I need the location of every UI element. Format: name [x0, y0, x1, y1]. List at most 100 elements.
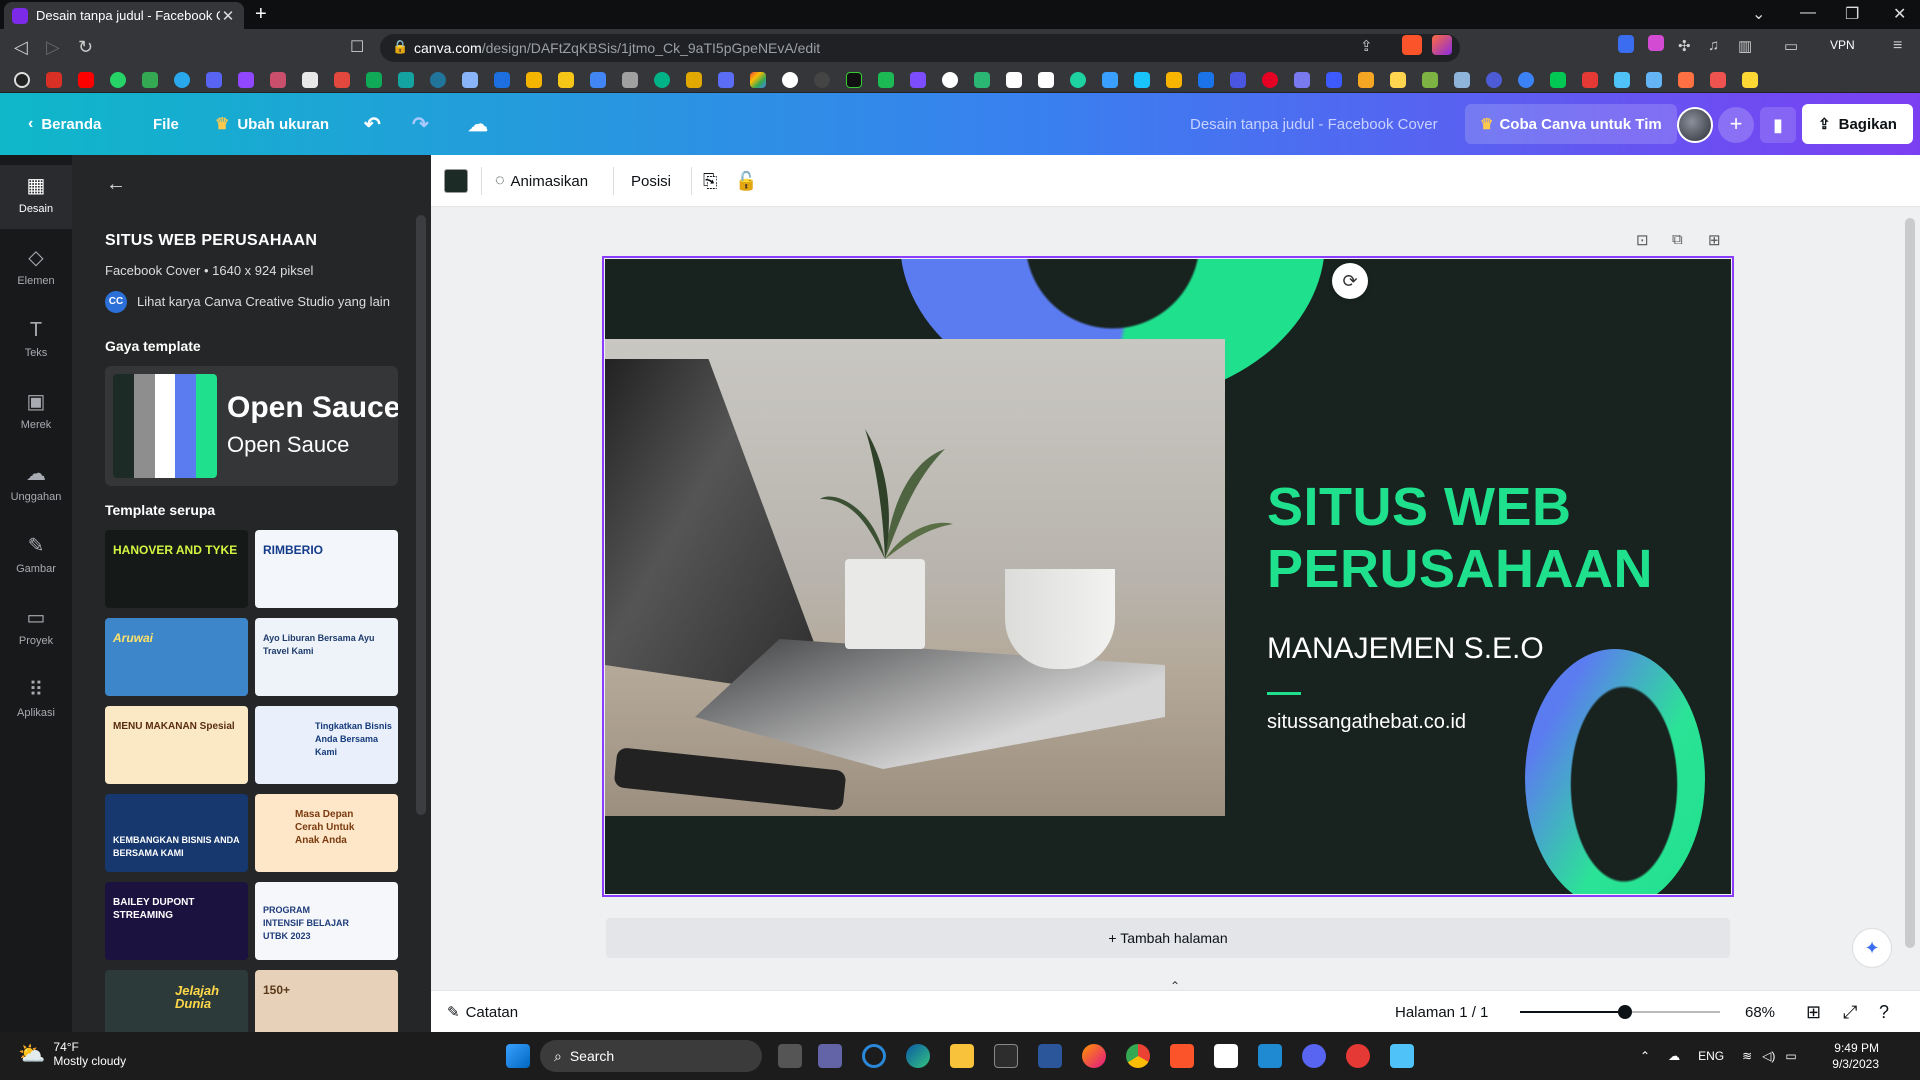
file-explorer-icon[interactable] [950, 1044, 974, 1068]
extension-icon[interactable] [1648, 35, 1664, 51]
help-icon[interactable]: ? [1879, 991, 1889, 1033]
bookmark-icon[interactable] [654, 72, 670, 88]
page-lock-icon[interactable]: ⊡ [1636, 231, 1649, 249]
bookmark-icon[interactable] [1230, 72, 1246, 88]
bookmark-icon[interactable] [558, 72, 574, 88]
edge-icon[interactable] [906, 1044, 930, 1068]
bookmark-icon[interactable] [366, 72, 382, 88]
taskbar-search[interactable]: ⌕ Search [540, 1040, 762, 1072]
cloud-save-button[interactable]: ☁ [468, 93, 488, 155]
zoom-handle[interactable] [1618, 1005, 1633, 1019]
share-button[interactable]: ⇪ Bagikan [1802, 104, 1913, 144]
notes-button[interactable]: ✎ Catatan [447, 991, 518, 1033]
template-thumbnail[interactable]: KEMBANGKAN BISNIS ANDA BERSAMA KAMI [105, 794, 248, 872]
chevron-up-icon[interactable]: ⌃ [1640, 1049, 1650, 1063]
bookmark-icon[interactable] [846, 72, 862, 88]
bookmark-icon[interactable] [1646, 72, 1662, 88]
reload-icon[interactable]: ↻ [78, 37, 93, 58]
wallet-icon[interactable]: ▭ [1784, 37, 1798, 55]
bookmark-icon[interactable] [1326, 72, 1342, 88]
bookmark-analytics-icon[interactable] [526, 72, 542, 88]
back-arrow-icon[interactable]: ← [106, 173, 126, 196]
template-thumbnail[interactable]: MENU MAKANAN Spesial [105, 706, 248, 784]
bookmark-icon[interactable] [462, 72, 478, 88]
rail-draw[interactable]: ✎ Gambar [0, 525, 72, 589]
bookmark-icon[interactable] [1390, 72, 1406, 88]
vscode-icon[interactable] [1258, 1044, 1282, 1068]
bookmark-icon[interactable] [1486, 72, 1502, 88]
close-tab-icon[interactable]: ✕ [220, 7, 236, 25]
rail-projects[interactable]: ▭ Proyek [0, 597, 72, 661]
volume-icon[interactable]: ◁) [1762, 1049, 1775, 1063]
bookmark-icon[interactable] [942, 72, 958, 88]
bookmark-icon[interactable] [1006, 72, 1022, 88]
bookmark-discord-icon[interactable] [206, 72, 222, 88]
rail-design[interactable]: ▦ Desain [0, 165, 72, 229]
back-icon[interactable]: ◁ [14, 37, 28, 58]
template-thumbnail[interactable]: BAILEY DUPONT STREAMING [105, 882, 248, 960]
fullscreen-icon[interactable]: ⤢ [1843, 991, 1857, 1033]
app-icon[interactable] [1346, 1044, 1370, 1068]
rail-brand[interactable]: ▣ Merek [0, 381, 72, 445]
home-button[interactable]: ‹ Beranda [28, 93, 101, 155]
duplicate-page-icon[interactable]: ⧉ [1672, 231, 1683, 248]
bookmark-icon[interactable] [1582, 72, 1598, 88]
rail-uploads[interactable]: ☁ Unggahan [0, 453, 72, 517]
add-page-icon[interactable]: ⊞ [1708, 231, 1721, 249]
avatar[interactable] [1677, 107, 1713, 143]
bookmark-icon[interactable] [1550, 72, 1566, 88]
battery-icon[interactable]: ▭ [1785, 1049, 1796, 1063]
template-thumbnail[interactable]: Ayo Liburan Bersama Ayu Travel Kami [255, 618, 398, 696]
panel-scrollbar[interactable] [416, 215, 426, 815]
weather-tray-icon[interactable]: ☁ [1668, 1049, 1680, 1063]
bookmark-twitch-icon[interactable] [238, 72, 254, 88]
rail-elements[interactable]: ◇ Elemen [0, 237, 72, 301]
notepad-icon[interactable] [1390, 1044, 1414, 1068]
template-style-card[interactable]: Open Sauce Open Sauce [105, 366, 398, 486]
bookmark-icon[interactable] [750, 72, 766, 88]
bookmark-youtube-icon[interactable] [78, 72, 94, 88]
copy-style-button[interactable]: ⎘ [703, 155, 717, 207]
bookmark-github-icon[interactable] [782, 72, 798, 88]
bookmark-icon[interactable] [1102, 72, 1118, 88]
bookmark-wordpress-icon[interactable] [430, 72, 446, 88]
bookmark-icon[interactable] [1294, 72, 1310, 88]
magic-assistant-icon[interactable]: ✦ [1852, 928, 1892, 968]
task-view-icon[interactable] [778, 1044, 802, 1068]
bookmark-icon[interactable] [302, 72, 318, 88]
resize-button[interactable]: ♛ Ubah ukuran [215, 93, 329, 155]
regenerate-icon[interactable]: ⟳ [1332, 263, 1368, 299]
brave-shields-icon[interactable] [1402, 35, 1422, 55]
vpn-button[interactable]: VPN [1830, 38, 1855, 52]
maximize-icon[interactable]: ❐ [1845, 4, 1859, 24]
document-title[interactable]: Desain tanpa judul - Facebook Cover [1190, 93, 1438, 155]
bookmark-icon[interactable] [1742, 72, 1758, 88]
close-window-icon[interactable]: ✕ [1893, 4, 1906, 24]
add-page-button[interactable]: + Tambah halaman [606, 918, 1730, 958]
minimize-icon[interactable]: — [1800, 4, 1816, 22]
bookmark-icon[interactable] [1678, 72, 1694, 88]
design-website[interactable]: situssangathebat.co.id [1267, 711, 1466, 734]
chrome-icon[interactable] [1126, 1044, 1150, 1068]
design-canvas[interactable]: SITUS WEB PERUSAHAAN MANAJEMEN S.E.O sit… [602, 256, 1734, 897]
bookmark-icon[interactable] [270, 72, 286, 88]
template-thumbnail[interactable]: Masa Depan Cerah Untuk Anak Anda [255, 794, 398, 872]
template-thumbnail[interactable]: Tingkatkan Bisnis Anda Bersama Kami [255, 706, 398, 784]
animate-button[interactable]: ◌ Animasikan [495, 155, 588, 207]
creator-link[interactable]: Lihat karya Canva Creative Studio yang l… [137, 294, 390, 309]
template-thumbnail[interactable]: Jelajah Dunia [105, 970, 248, 1032]
sidebar-icon[interactable]: ▥ [1738, 37, 1752, 55]
word-icon[interactable] [1038, 1044, 1062, 1068]
bookmark-icon[interactable] [1198, 72, 1214, 88]
template-thumbnail[interactable]: PROGRAM INTENSIF BELAJAR UTBK 2023 [255, 882, 398, 960]
bookmark-icon[interactable] [1614, 72, 1630, 88]
windows-start-icon[interactable] [506, 1044, 530, 1068]
grid-view-icon[interactable]: ⊞ [1806, 991, 1821, 1033]
bookmark-icon[interactable] [1166, 72, 1182, 88]
page-indicator[interactable]: Halaman 1 / 1 [1395, 991, 1488, 1033]
template-thumbnail[interactable]: Aruwai [105, 618, 248, 696]
bookmark-icon[interactable] [1710, 72, 1726, 88]
bookmark-bing-icon[interactable] [494, 72, 510, 88]
file-menu-button[interactable]: File [153, 93, 179, 155]
bookmark-pinterest-icon[interactable] [1262, 72, 1278, 88]
